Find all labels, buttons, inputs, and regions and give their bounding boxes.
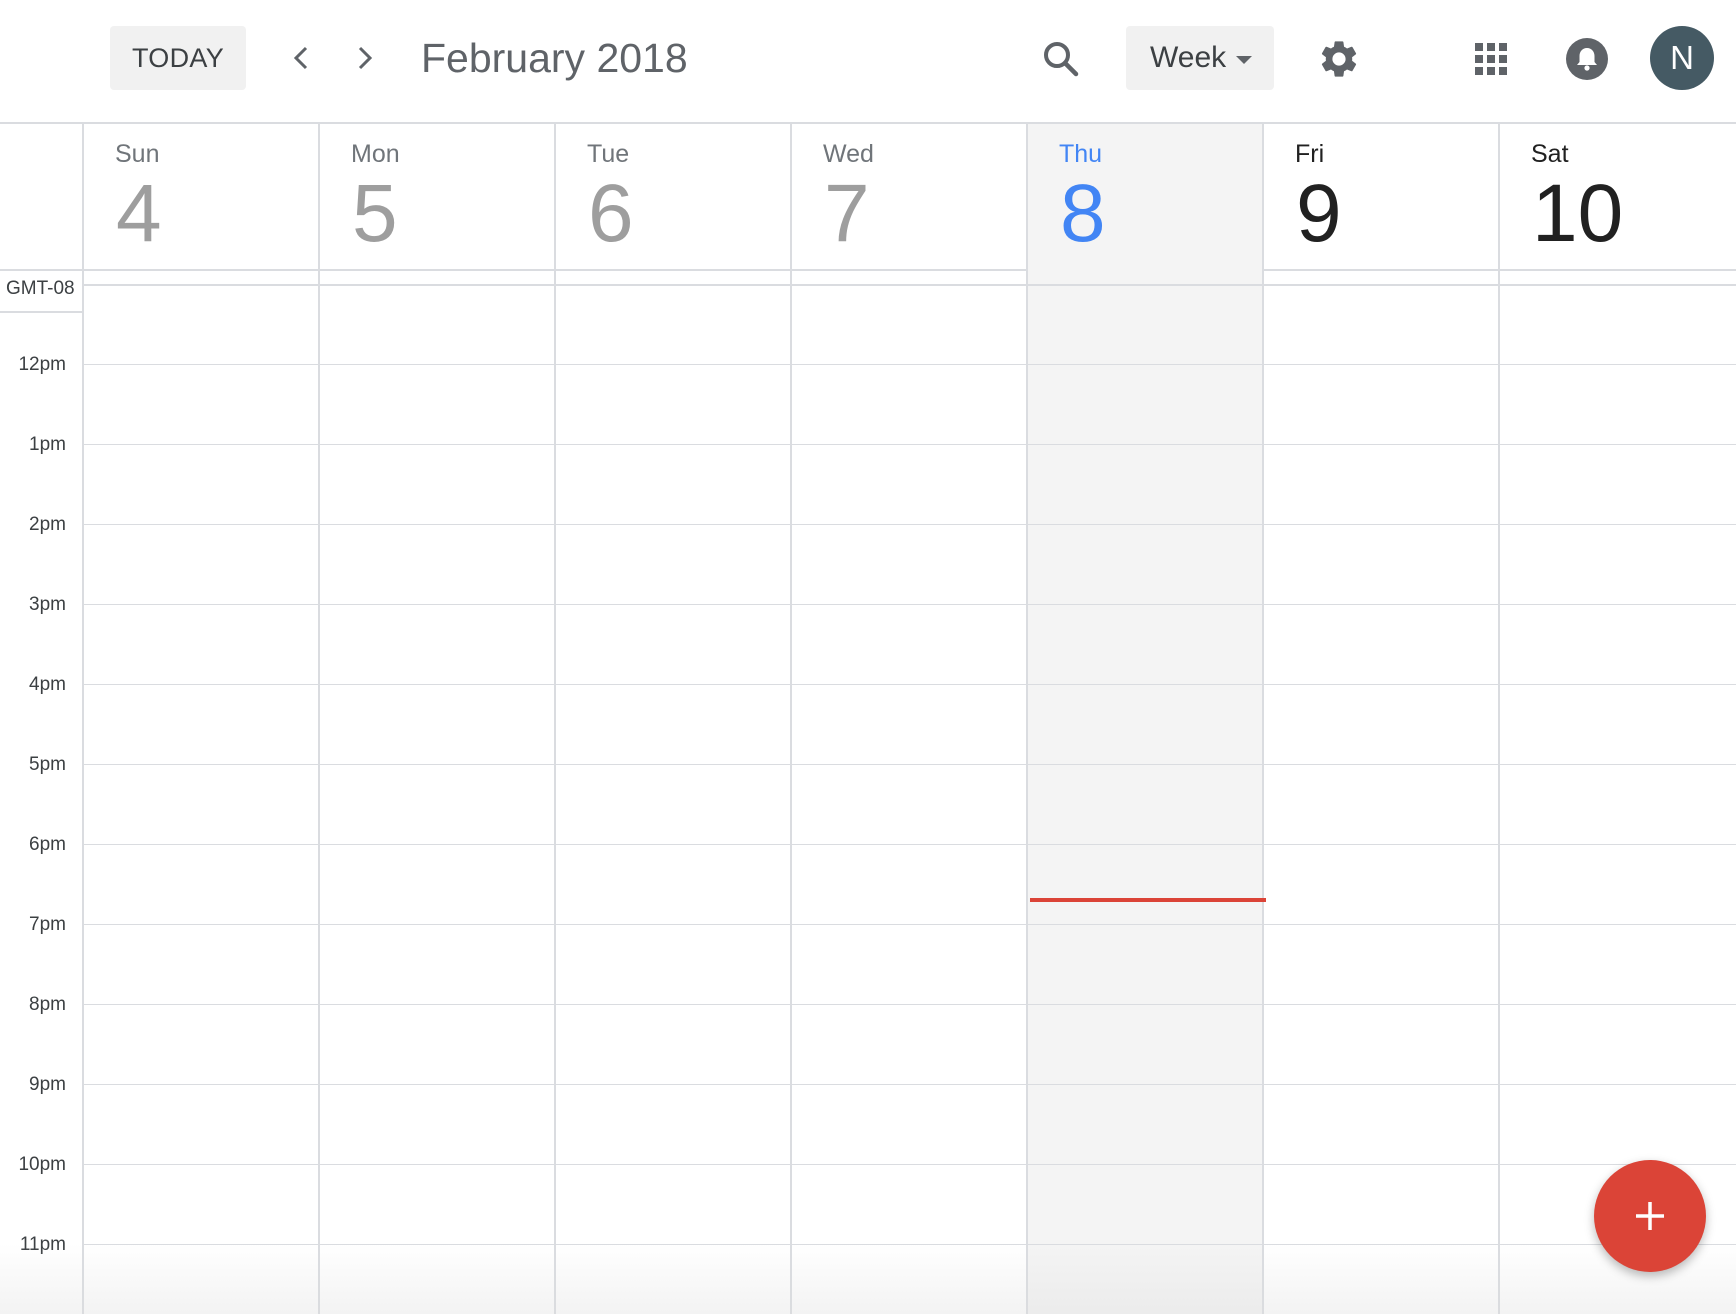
day-name: Mon xyxy=(351,140,400,168)
hour-line xyxy=(82,604,1736,605)
apps-grid-icon xyxy=(1475,43,1507,75)
day-number: 7 xyxy=(824,168,870,259)
day-name: Sun xyxy=(115,140,160,168)
day-number: 4 xyxy=(116,168,162,259)
apps-button[interactable] xyxy=(1464,32,1518,86)
hour-label: 1pm xyxy=(29,434,66,455)
hour-line xyxy=(82,684,1736,685)
hour-label: 3pm xyxy=(29,594,66,615)
time-grid: GMT-08 12pm 1pm 2pm 3pm 4pm 5pm 6pm 7pm … xyxy=(0,269,1736,1314)
day-number: 10 xyxy=(1532,168,1624,259)
day-column-sat[interactable] xyxy=(1498,269,1734,1314)
hour-line xyxy=(82,1244,1736,1245)
day-column-mon[interactable] xyxy=(318,269,554,1314)
day-number: 5 xyxy=(352,168,398,259)
view-select-label: Week xyxy=(1150,41,1227,74)
hour-line xyxy=(82,444,1736,445)
chevron-right-icon xyxy=(358,46,373,70)
timezone-label: GMT-08 xyxy=(6,278,75,299)
day-name: Tue xyxy=(587,140,630,168)
search-button[interactable] xyxy=(1036,34,1086,84)
day-column-fri[interactable] xyxy=(1262,269,1498,1314)
next-week-button[interactable] xyxy=(345,36,385,80)
hour-label: 5pm xyxy=(29,754,66,775)
today-button[interactable]: TODAY xyxy=(110,26,246,90)
hour-line xyxy=(82,1084,1736,1085)
hour-line xyxy=(82,1004,1736,1005)
hour-line xyxy=(82,924,1736,925)
day-header-sun[interactable]: Sun 4 xyxy=(82,124,318,269)
view-select[interactable]: Week xyxy=(1126,26,1274,90)
avatar[interactable]: N xyxy=(1650,26,1714,90)
notifications-button[interactable] xyxy=(1560,32,1614,86)
hour-line xyxy=(82,844,1736,845)
day-header-wed[interactable]: Wed 7 xyxy=(790,124,1026,269)
day-number: 9 xyxy=(1296,168,1342,259)
hour-line xyxy=(82,364,1736,365)
previous-week-button[interactable] xyxy=(281,36,321,80)
day-name: Sat xyxy=(1531,140,1569,168)
hour-line xyxy=(82,1164,1736,1165)
top-bar: TODAY February 2018 Week N xyxy=(0,0,1736,124)
day-name: Thu xyxy=(1059,140,1103,168)
month-title: February 2018 xyxy=(421,35,688,81)
hour-label: 11pm xyxy=(19,1234,66,1255)
day-column-tue[interactable] xyxy=(554,269,790,1314)
day-name: Wed xyxy=(823,140,874,168)
current-time-indicator xyxy=(1030,898,1266,902)
plus-icon xyxy=(1636,1202,1664,1230)
day-header-tue[interactable]: Tue 6 xyxy=(554,124,790,269)
hour-label: 6pm xyxy=(29,834,66,855)
day-name: Fri xyxy=(1295,140,1325,168)
day-header-sat[interactable]: Sat 10 xyxy=(1498,124,1734,269)
chevron-left-icon xyxy=(293,46,308,70)
day-column-thu[interactable] xyxy=(1026,269,1262,1314)
day-column-wed[interactable] xyxy=(790,269,1026,1314)
week-day-header: Sun 4 Mon 5 Tue 6 Wed 7 Thu 8 Fri 9 Sat … xyxy=(0,124,1736,271)
hour-label: 7pm xyxy=(29,914,66,935)
day-number: 6 xyxy=(588,168,634,259)
timezone-divider xyxy=(0,311,82,313)
hour-label: 9pm xyxy=(29,1074,66,1095)
all-day-divider xyxy=(82,284,1736,286)
day-header-mon[interactable]: Mon 5 xyxy=(318,124,554,269)
hour-line xyxy=(82,764,1736,765)
chevron-down-icon xyxy=(1236,56,1252,64)
create-event-button[interactable] xyxy=(1594,1160,1706,1272)
hour-label: 4pm xyxy=(29,674,66,695)
day-header-thu[interactable]: Thu 8 xyxy=(1026,124,1262,269)
gear-icon xyxy=(1321,41,1357,77)
settings-button[interactable] xyxy=(1312,32,1366,86)
bell-icon xyxy=(1566,38,1608,80)
day-header-fri[interactable]: Fri 9 xyxy=(1262,124,1498,269)
hour-line xyxy=(82,524,1736,525)
search-icon xyxy=(1044,42,1079,77)
hour-label: 2pm xyxy=(29,514,66,535)
day-column-sun[interactable] xyxy=(82,269,318,1314)
day-number: 8 xyxy=(1060,168,1106,259)
hour-label: 8pm xyxy=(29,994,66,1015)
hour-label: 10pm xyxy=(18,1154,66,1175)
hour-label: 12pm xyxy=(18,354,66,375)
